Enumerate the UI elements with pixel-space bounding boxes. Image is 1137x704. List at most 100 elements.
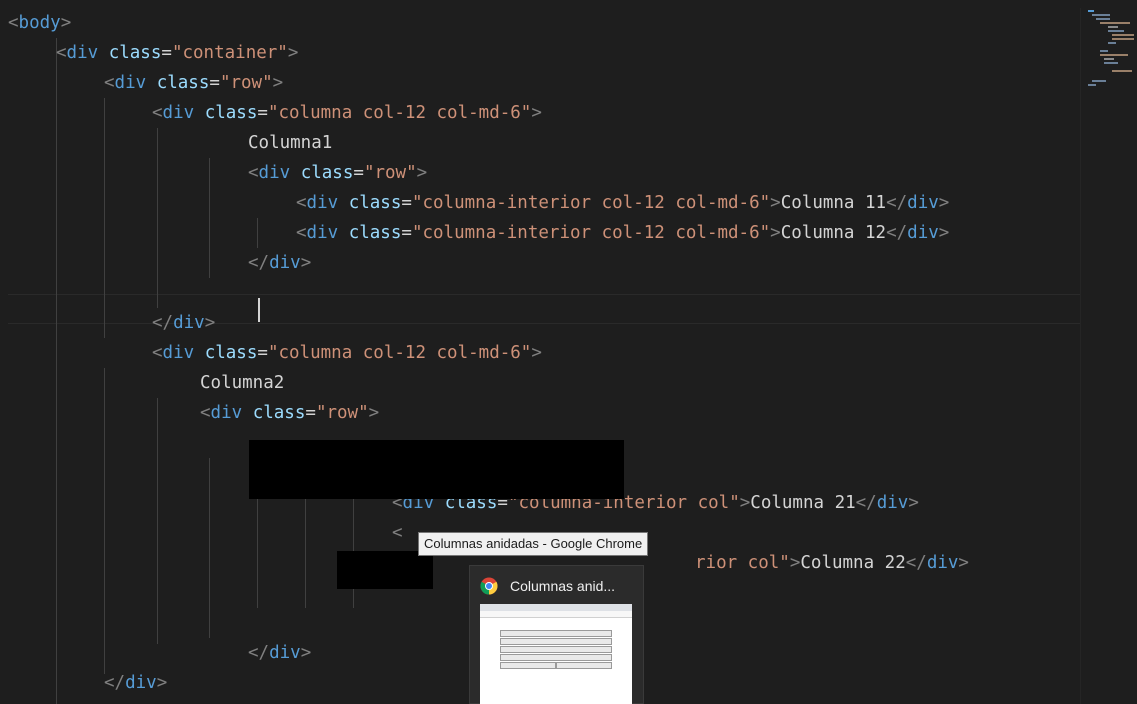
code-token: class — [300, 163, 354, 183]
thumbnail-block — [500, 630, 612, 637]
code-token: div — [926, 553, 959, 573]
code-token: </ — [248, 253, 270, 273]
code-token: div — [876, 493, 909, 513]
editor-scrollbar[interactable] — [1080, 8, 1137, 704]
code-line[interactable]: Columna1 — [8, 128, 1080, 158]
code-token: "columna col-12 col-md-6" — [267, 343, 532, 363]
code-line[interactable]: <div class="columna-interior col-12 col-… — [8, 188, 1080, 218]
code-token: > — [739, 493, 751, 513]
thumbnail-block — [500, 646, 612, 653]
code-token: Columna 21 — [750, 493, 856, 513]
code-line[interactable]: </div> — [8, 248, 1080, 278]
code-token: > — [938, 193, 950, 213]
code-token: > — [300, 253, 312, 273]
code-token: div — [907, 223, 939, 243]
code-line[interactable]: <div class="container"> — [8, 38, 1080, 68]
code-line[interactable]: <div class="row"> — [8, 68, 1080, 98]
chrome-icon — [480, 577, 498, 595]
preview-header[interactable]: Columnas anid... — [480, 574, 640, 598]
code-token: div — [210, 403, 243, 423]
code-token: </ — [152, 313, 174, 333]
code-token: div — [269, 253, 301, 273]
code-token: "columna col-12 col-md-6" — [267, 103, 532, 123]
preview-thumbnail[interactable] — [480, 604, 632, 704]
code-token: < — [56, 43, 67, 63]
code-token: rior col" — [695, 553, 790, 573]
screenshot-frame: <body> <div class="container"> <div class=… — [0, 0, 1137, 704]
minimap-code-marks — [1088, 10, 1134, 86]
code-line[interactable]: </div> — [8, 308, 1080, 338]
code-token: > — [287, 43, 299, 63]
code-token: Columna 12 — [780, 223, 887, 243]
code-token: < — [200, 403, 211, 423]
code-token: > — [416, 163, 428, 183]
code-token: < — [392, 523, 403, 543]
code-token: > — [770, 193, 781, 213]
code-token: div — [173, 313, 205, 333]
code-token: > — [531, 103, 542, 123]
code-line[interactable]: <div class="columna col-12 col-md-6"> — [8, 98, 1080, 128]
code-token: Columna2 — [200, 373, 285, 393]
code-token: class — [348, 223, 402, 243]
code-line[interactable]: <div class="columna-interior col-12 col-… — [8, 218, 1080, 248]
code-token: </ — [886, 223, 908, 243]
code-token: = — [305, 403, 316, 423]
minimap[interactable] — [1086, 8, 1136, 98]
code-line[interactable]: Columna2 — [8, 368, 1080, 398]
code-token: > — [908, 493, 919, 513]
code-token: > — [204, 313, 216, 333]
code-token: = — [161, 43, 172, 63]
code-token: = — [353, 163, 364, 183]
code-token: < — [248, 163, 259, 183]
code-token: class — [204, 343, 258, 363]
code-token: > — [60, 13, 72, 33]
code-token: < — [296, 193, 307, 213]
thumbnail-block — [500, 638, 612, 645]
code-token: < — [152, 103, 163, 123]
code-token: > — [770, 223, 781, 243]
code-line[interactable]: <div class="columna col-12 col-md-6"> — [8, 338, 1080, 368]
code-token: > — [958, 553, 969, 573]
code-token: div — [306, 223, 339, 243]
redaction-block — [337, 551, 433, 589]
code-token: > — [272, 73, 284, 93]
redaction-block — [249, 440, 624, 499]
code-token: body — [18, 13, 61, 33]
code-line[interactable] — [8, 278, 1080, 308]
code-token: = — [401, 223, 412, 243]
thumbnail-block — [500, 654, 612, 661]
code-token: div — [162, 343, 195, 363]
code-token: "row" — [315, 403, 369, 423]
code-line[interactable]: <div class="row"> — [8, 158, 1080, 188]
thumbnail-tab-bar — [480, 604, 632, 611]
thumbnail-block — [500, 662, 556, 669]
code-token: class — [348, 193, 402, 213]
code-token: </ — [248, 643, 270, 663]
text-cursor — [258, 298, 260, 322]
code-token: "container" — [171, 43, 288, 63]
code-line[interactable]: <body> — [8, 8, 1080, 38]
code-token: > — [368, 403, 380, 423]
code-line[interactable]: <div class="row"> — [8, 398, 1080, 428]
code-token: div — [125, 673, 157, 693]
code-token: "columna-interior col-12 col-md-6" — [411, 223, 771, 243]
code-token: = — [257, 343, 268, 363]
code-token: div — [66, 43, 99, 63]
code-token: Columna 22 — [800, 553, 906, 573]
preview-title: Columnas anid... — [510, 578, 616, 594]
code-token: > — [300, 643, 312, 663]
taskbar-window-preview[interactable]: Columnas anid... — [469, 565, 644, 704]
code-token: "row" — [219, 73, 273, 93]
code-token: div — [114, 73, 147, 93]
code-token: </ — [855, 493, 877, 513]
code-token: > — [531, 343, 542, 363]
thumbnail-block — [556, 662, 612, 669]
code-token: Columna 11 — [780, 193, 887, 213]
code-token: > — [789, 553, 801, 573]
code-token: > — [938, 223, 950, 243]
